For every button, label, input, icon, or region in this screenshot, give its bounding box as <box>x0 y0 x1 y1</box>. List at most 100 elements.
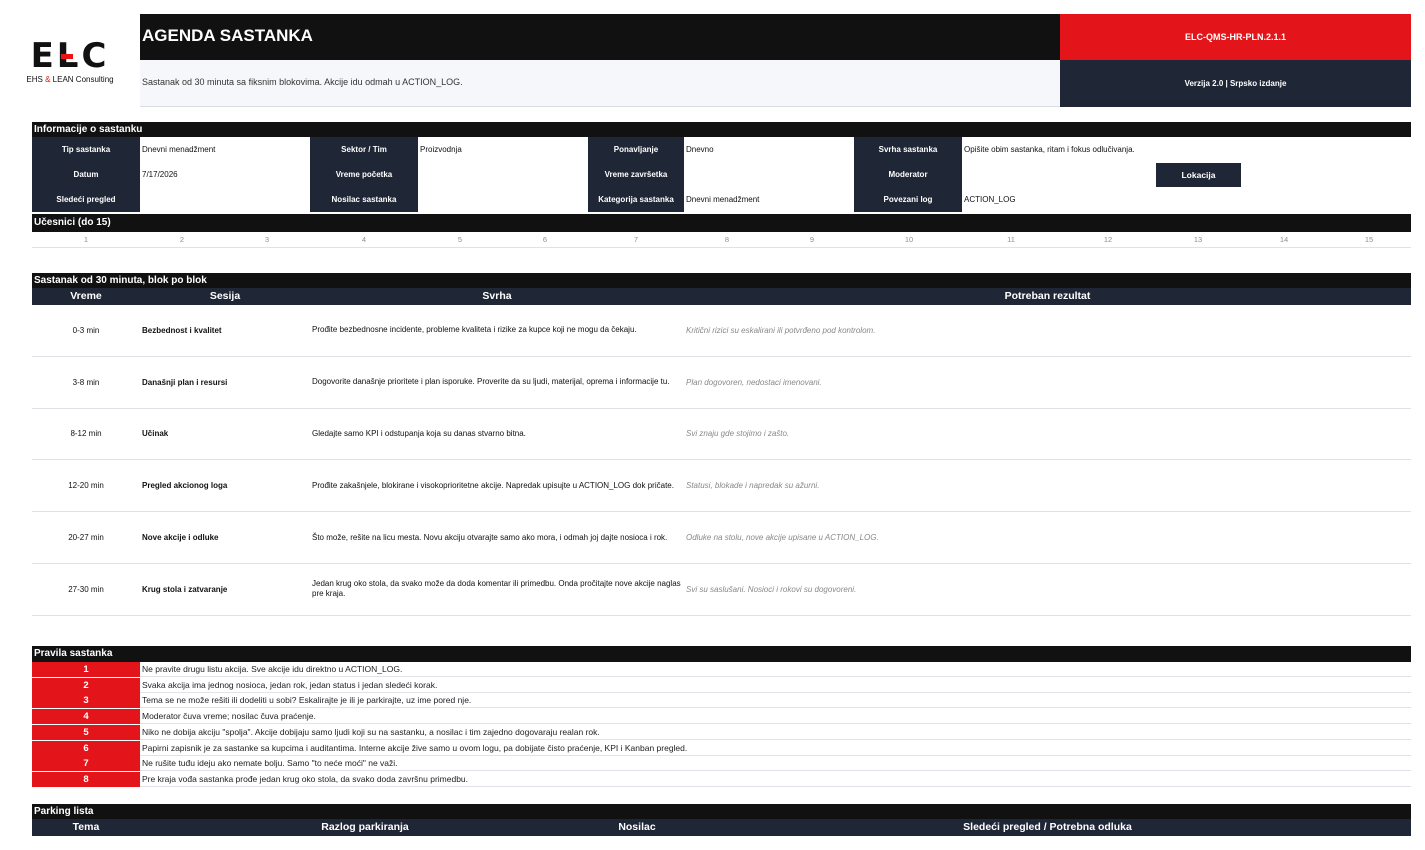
agenda-block-row: 0-3 min Bezbednost i kvalitet Prođite bezb… <box>32 305 1411 357</box>
participant-slot[interactable]: 3 <box>237 235 297 244</box>
participant-slot[interactable]: 9 <box>782 235 842 244</box>
rule-number: 1 <box>32 662 140 677</box>
block-purpose: Prođite bezbednosne incidente, probleme … <box>312 325 637 335</box>
section-title-info: Informacije o sastanku <box>32 122 1411 137</box>
block-session: Učinak <box>142 429 169 439</box>
label-recurrence: Ponavljanje <box>588 137 684 162</box>
participant-slot[interactable]: 5 <box>430 235 490 244</box>
label-end-time: Vreme završetka <box>588 162 684 187</box>
block-time: 0-3 min <box>72 325 100 335</box>
rule-text: Tema se ne može rešiti ili dodeliti u so… <box>140 693 1411 709</box>
column-header-time: Vreme <box>32 288 140 305</box>
block-time: 12-20 min <box>68 481 104 491</box>
section-title-parking: Parking lista <box>32 804 1411 819</box>
participant-slot[interactable]: 11 <box>981 235 1041 244</box>
block-result[interactable]: Svi znaju gde stojimo i zašto. <box>686 409 1386 460</box>
label-purpose: Svrha sastanka <box>854 137 962 162</box>
participant-slot[interactable]: 4 <box>334 235 394 244</box>
field-category[interactable]: Dnevni menadžment <box>684 187 854 212</box>
location-button[interactable]: Lokacija <box>1156 163 1241 187</box>
field-meeting-type[interactable]: Dnevni menadžment <box>140 137 310 162</box>
participant-slot[interactable]: 14 <box>1254 235 1314 244</box>
participant-slot[interactable]: 15 <box>1339 235 1399 244</box>
block-session: Krug stola i zatvaranje <box>142 584 228 594</box>
field-purpose[interactable]: Opišite obim sastanka, ritam i fokus odl… <box>962 137 1411 162</box>
block-time: 3-8 min <box>72 377 100 387</box>
field-sector[interactable]: Proizvodnja <box>418 137 588 162</box>
rule-text: Pre kraja vođa sastanka prođe jedan krug… <box>140 772 1411 787</box>
rule-number: 2 <box>32 677 140 693</box>
version-label: Verzija 2.0 | Srpsko izdanje <box>1060 60 1411 107</box>
rule-text: Papirni zapisnik je za sastanke sa kupci… <box>140 741 1411 756</box>
block-session: Nove akcije i odluke <box>142 533 219 543</box>
participant-slot[interactable]: 1 <box>56 235 116 244</box>
block-purpose: Jedan krug oko stola, da svako može da d… <box>312 579 681 599</box>
block-purpose: Prođite zakašnjele, blokirane i visokopr… <box>312 480 674 490</box>
rule-text: Moderator čuva vreme; nosilac čuva praće… <box>140 709 1411 725</box>
block-result[interactable]: Svi su saslušani. Nosioci i rokovi su do… <box>686 564 1386 615</box>
label-start-time: Vreme početka <box>310 162 418 187</box>
block-session: Današnji plan i resursi <box>142 377 228 387</box>
block-purpose: Gledajte samo KPI i odstupanja koja su d… <box>312 428 526 438</box>
label-meeting-type: Tip sastanka <box>32 137 140 162</box>
participant-slot[interactable]: 2 <box>152 235 212 244</box>
label-linked-log: Povezani log <box>854 187 962 212</box>
agenda-block-row: 3-8 min Današnji plan i resursi Dogovorite… <box>32 357 1411 409</box>
rule-number: 8 <box>32 771 140 787</box>
block-time: 20-27 min <box>68 533 104 543</box>
logo-tagline: EHS & LEAN Consulting <box>26 74 114 84</box>
participant-slot[interactable]: 12 <box>1078 235 1138 244</box>
participants-row: 1 2 3 4 5 6 7 8 9 10 11 12 13 14 15 <box>32 232 1411 248</box>
block-purpose: Dogovorite današnje prioritete i plan is… <box>312 377 670 387</box>
section-title-agenda: Sastanak od 30 minuta, blok po blok <box>32 273 1411 288</box>
rule-text: Niko ne dobija akciju "spolja". Akcije d… <box>140 725 1411 740</box>
agenda-block-row: 12-20 min Pregled akcionog loga Prođite za… <box>32 460 1411 513</box>
field-owner[interactable] <box>418 187 588 212</box>
rule-number: 3 <box>32 693 140 709</box>
block-session: Bezbednost i kvalitet <box>142 325 222 335</box>
column-header-next-review: Sledeći pregled / Potrebna odluka <box>684 819 1411 836</box>
label-sector: Sektor / Tim <box>310 137 418 162</box>
field-date[interactable]: 7/17/2026 <box>140 162 310 187</box>
column-header-owner: Nosilac <box>590 819 684 836</box>
agenda-block-row: 20-27 min Nove akcije i odluke Što može, r… <box>32 512 1411 564</box>
rule-number: 5 <box>32 724 140 740</box>
label-next-review: Sledeći pregled <box>32 187 140 212</box>
column-header-reason: Razlog parkiranja <box>140 819 590 836</box>
block-result[interactable]: Plan dogovoren, nedostaci imenovani. <box>686 357 1386 408</box>
rule-number: 4 <box>32 709 140 725</box>
block-time: 27-30 min <box>68 584 104 594</box>
participant-slot[interactable]: 6 <box>515 235 575 244</box>
document-code: ELC-QMS-HR-PLN.2.1.1 <box>1060 14 1411 60</box>
label-moderator: Moderator <box>854 162 962 187</box>
field-recurrence[interactable]: Dnevno <box>684 137 854 162</box>
participant-slot[interactable]: 8 <box>697 235 757 244</box>
page-subtitle: Sastanak od 30 minuta sa fiksnim blokovi… <box>140 60 1060 107</box>
rule-number: 7 <box>32 756 140 772</box>
label-owner: Nosilac sastanka <box>310 187 418 212</box>
page-title: AGENDA SASTANKA <box>140 14 1060 60</box>
field-linked-log[interactable]: ACTION_LOG <box>962 187 1411 212</box>
rule-number: 6 <box>32 740 140 756</box>
logo-letters: ELC <box>30 35 110 76</box>
block-session: Pregled akcionog loga <box>142 481 228 491</box>
section-title-participants: Učesnici (do 15) <box>32 214 1411 232</box>
column-header-purpose: Svrha <box>310 288 684 305</box>
field-end-time[interactable] <box>684 162 854 187</box>
rule-text: Ne pravite drugu listu akcija. Sve akcij… <box>140 662 1411 677</box>
block-time: 8-12 min <box>70 429 102 439</box>
company-logo: ELC EHS & LEAN Consulting <box>0 14 140 108</box>
logo-red-bar <box>60 53 73 59</box>
field-start-time[interactable] <box>418 162 588 187</box>
block-result[interactable]: Kritični rizici su eskalirani ili potvrđ… <box>686 305 1386 356</box>
rule-text: Svaka akcija ima jednog nosioca, jedan r… <box>140 678 1411 693</box>
block-result[interactable]: Odluke na stolu, nove akcije upisane u A… <box>686 512 1386 563</box>
agenda-block-row: 8-12 min Učinak Gledajte samo KPI i odstup… <box>32 409 1411 461</box>
participant-slot[interactable]: 10 <box>879 235 939 244</box>
participant-slot[interactable]: 13 <box>1168 235 1228 244</box>
block-purpose: Što može, rešite na licu mesta. Novu akc… <box>312 532 668 542</box>
block-result[interactable]: Statusi, blokade i napredak su ažurni. <box>686 460 1386 511</box>
field-next-review[interactable] <box>140 187 310 212</box>
participant-slot[interactable]: 7 <box>606 235 666 244</box>
column-header-session: Sesija <box>140 288 310 305</box>
